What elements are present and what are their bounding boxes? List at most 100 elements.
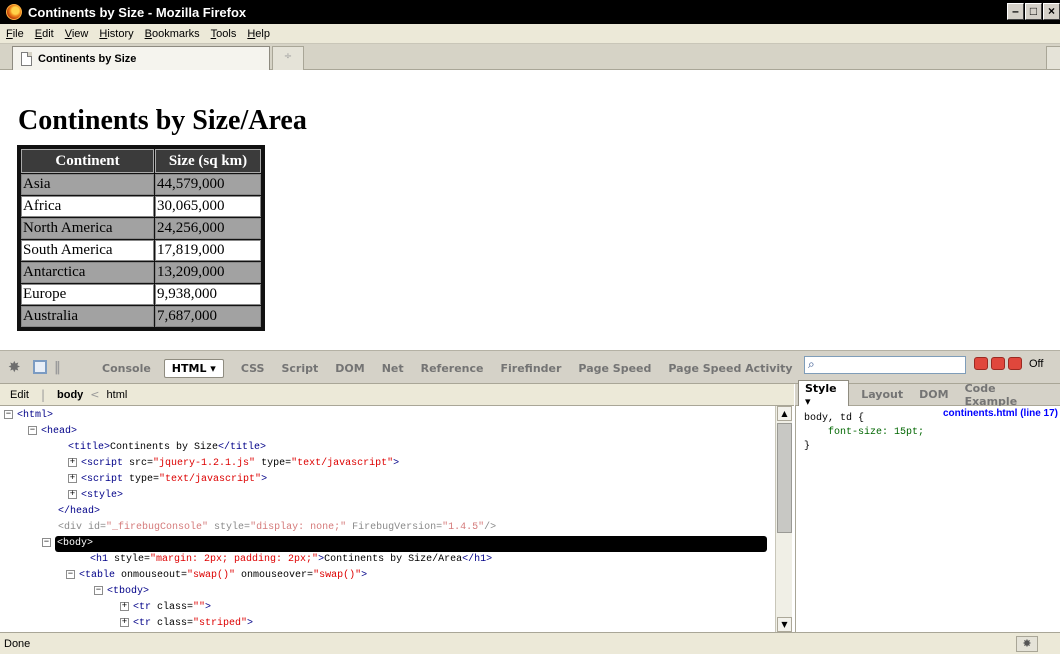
tree-node-table[interactable]: − <table onmouseout="swap()" onmouseover=… [66, 568, 367, 584]
tree-scrollbar[interactable]: ▲ ▼ [775, 406, 792, 632]
tree-node-tr[interactable]: + <tr class="striped"> [120, 616, 253, 632]
firebug-tab-page-speed[interactable]: Page Speed [578, 362, 651, 375]
firebug-tab-css[interactable]: CSS [241, 362, 265, 375]
cell-continent: Europe [21, 284, 154, 305]
header-size: Size (sq km) [155, 149, 261, 173]
firebug-tab-dom[interactable]: DOM [335, 362, 364, 375]
tree-node-script[interactable]: + <script type="text/javascript"> [68, 472, 267, 488]
firebug-tab-html[interactable]: HTML ▾ [163, 359, 224, 378]
edit-button[interactable]: Edit [10, 389, 29, 401]
firebug-tab-net[interactable]: Net [382, 362, 404, 375]
header-continent: Continent [21, 149, 154, 173]
search-icon: ⌕ [808, 357, 815, 371]
firebug-tab-firefinder[interactable]: Firefinder [501, 362, 562, 375]
menu-view[interactable]: View [65, 28, 89, 40]
collapse-toggle[interactable]: − [28, 425, 37, 435]
scroll-thumb[interactable] [777, 423, 792, 533]
breadcrumb-body[interactable]: body [57, 389, 83, 401]
style-panel: continents.html (line 17) body, td { fon… [795, 406, 1060, 632]
css-property[interactable]: font-size: 15pt; [828, 427, 924, 438]
css-rule[interactable]: body, td { font-size: 15pt; } [804, 412, 924, 454]
cell-size: 44,579,000 [155, 174, 261, 195]
firebug-minimize-icon[interactable] [974, 357, 988, 370]
table-row: Asia 44,579,000 [21, 174, 261, 195]
firebug-tab-page-speed-activity[interactable]: Page Speed Activity [668, 362, 792, 375]
css-selector: body, td { [804, 413, 865, 424]
scroll-up-icon[interactable]: ▲ [777, 406, 792, 421]
new-tab-button[interactable]: ÷ [272, 46, 304, 70]
table-row: South America 17,819,000 [21, 240, 261, 261]
firebug-tab-script[interactable]: Script [281, 362, 318, 375]
toolbar-divider: | [40, 387, 46, 402]
side-tab-style[interactable]: Style ▾ [798, 379, 850, 410]
firebug-toolbar: ✸ ‖ Console HTML ▾ CSS Script DOM Net Referenc… [0, 350, 1060, 384]
side-tab-layout[interactable]: Layout [861, 388, 903, 401]
cell-size: 24,256,000 [155, 218, 261, 239]
table-row: Africa 30,065,000 [21, 196, 261, 217]
power-icon[interactable] [1008, 357, 1022, 370]
tree-node-tbody[interactable]: − <tbody> [94, 584, 149, 600]
firebug-search-input[interactable]: ⌕ [804, 356, 966, 374]
tree-node-firebug-console[interactable]: <div id="_firebugConsole" style="display… [58, 520, 496, 536]
tab-scroll-right[interactable] [1046, 46, 1060, 70]
firefox-icon [6, 4, 22, 20]
cell-continent: Asia [21, 174, 154, 195]
side-tab-code-example[interactable]: Code Example [965, 382, 1044, 408]
expand-toggle[interactable]: + [120, 617, 129, 627]
cell-size: 30,065,000 [155, 196, 261, 217]
pause-icon[interactable]: ‖ [54, 360, 61, 375]
menu-history[interactable]: History [99, 28, 133, 40]
breadcrumb-html[interactable]: html [107, 389, 128, 401]
tree-node-tr[interactable]: + <tr class=""> [120, 600, 211, 616]
expand-toggle[interactable]: + [120, 601, 129, 611]
firebug-icon[interactable]: ✸ [8, 359, 26, 375]
cell-size: 7,687,000 [155, 306, 261, 327]
document-icon [21, 51, 32, 66]
inspect-icon[interactable] [33, 360, 47, 374]
cell-continent: Africa [21, 196, 154, 217]
firebug-detach-icon[interactable] [991, 357, 1005, 370]
tree-node-h1[interactable]: <h1 style="margin: 2px; padding: 2px;">C… [90, 552, 492, 568]
collapse-toggle[interactable]: − [94, 585, 103, 595]
collapse-toggle[interactable]: − [66, 569, 75, 579]
menu-file[interactable]: File [6, 28, 24, 40]
tab-continents[interactable]: Continents by Size [12, 46, 270, 70]
minimize-button[interactable]: – [1007, 3, 1024, 20]
firebug-tab-console[interactable]: Console [102, 362, 151, 375]
menu-tools[interactable]: Tools [211, 28, 237, 40]
status-bar: Done ✸ [0, 632, 1060, 654]
continents-table: Continent Size (sq km) Asia 44,579,000 Afr… [17, 145, 265, 331]
style-source-link[interactable]: continents.html (line 17) [943, 408, 1058, 419]
cell-size: 9,938,000 [155, 284, 261, 305]
expand-toggle[interactable]: + [68, 473, 77, 483]
maximize-button[interactable]: □ [1025, 3, 1042, 20]
firebug-status-icon[interactable]: ✸ [1016, 636, 1038, 652]
tree-node-style[interactable]: + <style> [68, 488, 123, 504]
cell-size: 13,209,000 [155, 262, 261, 283]
firebug-tab-reference[interactable]: Reference [421, 362, 484, 375]
expand-toggle[interactable]: + [68, 457, 77, 467]
close-button[interactable]: × [1043, 3, 1060, 20]
menu-help[interactable]: Help [247, 28, 270, 40]
side-tab-dom[interactable]: DOM [919, 388, 948, 401]
tree-node-head[interactable]: − <head> [28, 424, 77, 440]
tree-node-script[interactable]: + <script src="jquery-1.2.1.js" type="tex… [68, 456, 399, 472]
page-heading: Continents by Size/Area [18, 105, 307, 136]
cell-size: 17,819,000 [155, 240, 261, 261]
tree-node-html[interactable]: − <html> [4, 408, 53, 424]
table-row: Australia 7,687,000 [21, 306, 261, 327]
collapse-toggle[interactable]: − [42, 537, 51, 547]
breadcrumb-separator: < [90, 388, 100, 401]
tree-node-head-close: </head> [58, 506, 101, 517]
window-controls: – □ × [1007, 3, 1060, 20]
off-label[interactable]: Off [1029, 358, 1043, 370]
menu-edit[interactable]: Edit [35, 28, 54, 40]
tree-node-body[interactable]: − <body> [42, 536, 769, 552]
expand-toggle[interactable]: + [68, 489, 77, 499]
menu-bookmarks[interactable]: Bookmarks [145, 28, 200, 40]
css-rule-close: } [804, 441, 811, 452]
scroll-down-icon[interactable]: ▼ [777, 617, 792, 632]
collapse-toggle[interactable]: − [4, 409, 13, 419]
html-panel-toolbar: Edit | body < html [0, 384, 794, 406]
tree-node-title[interactable]: <title>Continents by Size</title> [68, 440, 266, 456]
